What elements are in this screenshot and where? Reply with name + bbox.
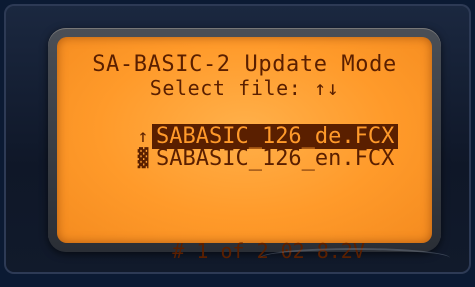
update-mode-title: SA-BASIC-2 Update Mode — [92, 52, 397, 77]
lcd-screen: SA-BASIC-2 Update Mode Select file: ↑↓ ↑… — [57, 37, 432, 263]
file-position: # 1 of 2 — [172, 239, 269, 263]
case-reflection — [260, 248, 450, 268]
select-file-prompt: Select file: ↑↓ — [149, 76, 340, 100]
file-name[interactable]: SABASIC_126_en.FCX — [156, 146, 394, 171]
scroll-block-icon: ▓ — [137, 148, 149, 169]
file-row[interactable]: ▓ SABASIC_126_en.FCX — [83, 123, 420, 195]
